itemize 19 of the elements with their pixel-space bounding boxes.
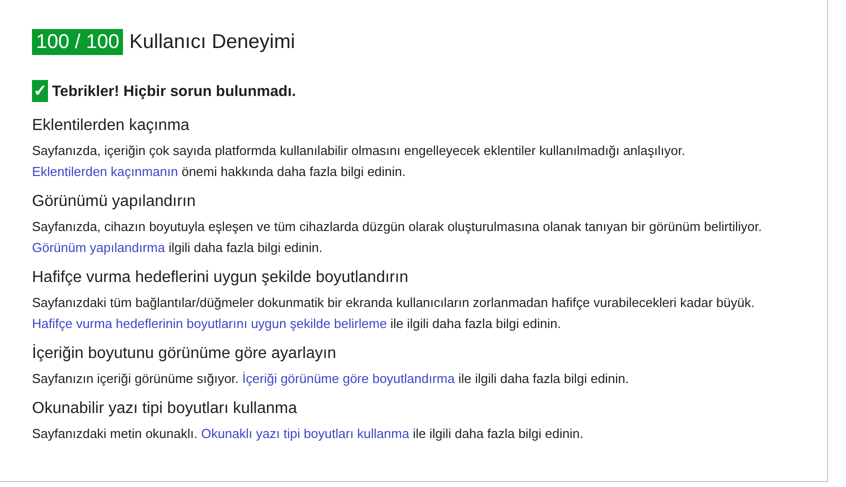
score-badge: 100 / 100	[32, 29, 124, 55]
rule-title: İçeriğin boyutunu görünüme göre ayarlayın	[32, 344, 338, 364]
learn-more-link[interactable]: İçeriği görünüme göre boyutlandırma	[242, 371, 455, 386]
learn-more-link[interactable]: Okunaklı yazı tipi boyutları kullanma	[201, 426, 410, 441]
learn-more-link[interactable]: Eklentilerden kaçınmanın	[32, 164, 178, 179]
learn-more-link[interactable]: Görünüm yapılandırma	[32, 240, 165, 255]
rule-description: Sayfanızın içeriği görünüme sığıyor. İçeriği görünüme göre boyutlandırma ile ilgili daha fazla bilgi edinin.	[32, 370, 630, 388]
rule-title: Hafifçe vurma hedeflerini uygun şekilde boyutlandırın	[32, 268, 410, 288]
category-title: Kullanıcı Deneyimi	[129, 30, 296, 55]
rule-title: Okunabilir yazı tipi boyutları kullanma	[32, 399, 298, 419]
rule-description: Sayfanızda, içeriğin çok sayıda platformda kullanılabilir olmasını engelleyecek eklentiler kullanılmadığı anlaşılıyor. Eklentilerden kaçınmanın önemi hakkında daha fazla bilgi edinin.	[32, 142, 686, 181]
success-message: Tebrikler! Hiçbir sorun bulunmadı.	[52, 82, 296, 100]
rule-description: Sayfanızda, cihazın boyutuyla eşleşen ve tüm cihazlarda düzgün olarak oluşturulmasına olanak tanıyan bir görünüm belirtiliyor. Görünüm yapılandırma ilgili daha fazla bilgi edinin.	[32, 218, 763, 257]
learn-more-link[interactable]: Hafifçe vurma hedeflerinin boyutlarını uygun şekilde belirleme	[32, 316, 387, 331]
rule-title: Eklentilerden kaçınma	[32, 116, 190, 136]
rule-description: Sayfanızdaki tüm bağlantılar/düğmeler dokunmatik bir ekranda kullanıcıların zorlanmadan hafifçe vurabilecekleri kadar büyük. Hafifçe vurma hedeflerinin boyutlarını uygun şekilde belirleme ile ilgili daha fazla bilgi edinin.	[32, 294, 756, 333]
rule-title: Görünümü yapılandırın	[32, 192, 197, 212]
checkmark-icon: ✓	[32, 80, 48, 102]
rule-description: Sayfanızdaki metin okunaklı. Okunaklı yazı tipi boyutları kullanma ile ilgili daha fazla bilgi edinin.	[32, 425, 584, 443]
